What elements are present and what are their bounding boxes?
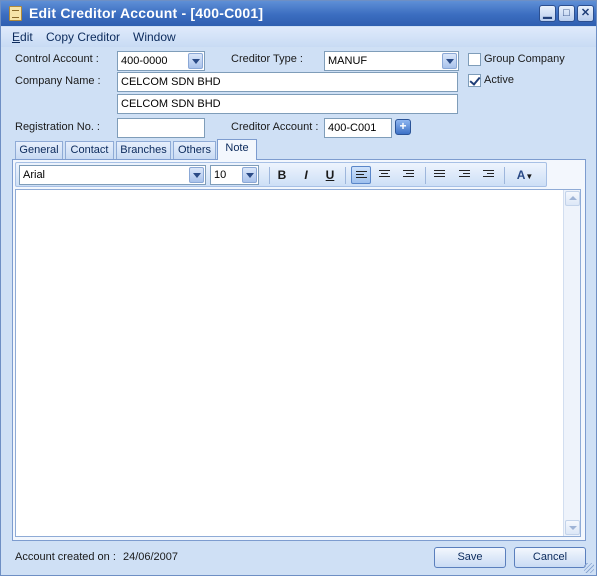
align-right-icon [403,170,414,180]
company-name-value-1: CELCOM SDN BHD [121,76,221,88]
creditor-account-field[interactable]: 400-C001 [324,118,392,138]
window-title: Edit Creditor Account - [400-C001] [29,5,264,21]
align-left-icon [356,171,367,181]
maximize-button[interactable]: □ [558,5,575,22]
tab-others[interactable]: Others [173,141,216,159]
minimize-button[interactable]: ▁ [539,5,556,22]
company-name-field-1[interactable]: CELCOM SDN BHD [117,72,458,92]
toolbar-separator [269,167,270,184]
scroll-down-icon[interactable] [565,520,580,535]
tab-branches[interactable]: Branches [116,141,171,159]
chevron-down-icon: ▼ [525,172,534,181]
decrease-indent-button[interactable] [455,166,475,184]
underline-icon: U [325,168,335,182]
menu-edit-mnemonic: E [12,30,21,44]
align-center-button[interactable] [375,166,395,184]
title-bar[interactable]: Edit Creditor Account - [400-C001] ▁ □ ✕ [1,1,596,26]
increase-indent-button[interactable] [479,166,499,184]
minimize-icon: ▁ [543,7,552,19]
active-label: Active [484,74,514,86]
font-family-combo[interactable]: Arial [19,165,206,185]
tab-note[interactable]: Note [217,139,257,160]
toolbar-separator [425,167,426,184]
chevron-down-icon[interactable] [242,167,257,183]
maximize-icon: □ [563,7,570,19]
menu-bar: Edit Copy Creditor Window [1,27,596,47]
group-company-checkbox[interactable] [468,53,481,66]
italic-icon: I [304,168,308,182]
control-account-label: Control Account : [15,53,99,65]
chevron-down-icon[interactable] [442,53,457,69]
scroll-up-icon[interactable] [565,191,580,206]
toolbar-separator [345,167,346,184]
creditor-type-value: MANUF [328,55,368,67]
creditor-type-label: Creditor Type : [231,53,303,65]
align-right-button[interactable] [399,166,419,184]
group-company-label: Group Company [484,53,565,65]
formatting-toolbar: Arial 10 B I U A▼ [15,162,547,187]
document-icon [9,6,22,21]
indent-icon [483,170,494,180]
close-icon: ✕ [580,7,591,19]
company-name-label: Company Name : [15,75,101,87]
resize-grip-icon[interactable] [584,563,594,573]
menu-copy-creditor-label: Copy Creditor [46,30,121,44]
created-date: 24/06/2007 [122,551,179,563]
bold-button[interactable]: B [272,166,292,184]
font-size-combo[interactable]: 10 [210,165,259,185]
bullet-list-icon [434,170,445,180]
save-button[interactable]: Save [434,547,506,568]
outdent-icon [459,170,470,180]
font-color-button[interactable]: A▼ [510,166,540,184]
company-name-field-2[interactable]: CELCOM SDN BHD [117,94,458,114]
menu-copy-creditor[interactable]: Copy Creditor [46,30,120,44]
control-account-combo[interactable]: 400-0000 [117,51,205,71]
plus-icon: + [399,119,407,133]
control-account-value: 400-0000 [121,55,168,67]
font-family-value: Arial [23,169,46,181]
creditor-account-add-button[interactable]: + [395,119,411,135]
close-button[interactable]: ✕ [577,5,594,22]
registration-label: Registration No. : [15,121,100,133]
note-editor[interactable] [15,189,581,537]
chevron-down-icon[interactable] [188,53,203,69]
tab-general[interactable]: General [15,141,63,159]
underline-button[interactable]: U [320,166,340,184]
bold-icon: B [277,168,287,182]
bullet-list-button[interactable] [430,166,450,184]
toolbar-separator [504,167,505,184]
tab-contact[interactable]: Contact [65,141,114,159]
menu-edit-label: dit [20,30,33,44]
menu-window-label: Window [133,30,176,44]
creditor-account-value: 400-C001 [328,122,377,134]
created-label: Account created on : [15,551,116,563]
align-left-button[interactable] [351,166,371,184]
creditor-type-combo[interactable]: MANUF [324,51,459,71]
creditor-account-label: Creditor Account : [231,121,319,133]
font-size-value: 10 [214,169,227,181]
menu-edit[interactable]: Edit [12,30,33,44]
company-name-value-2: CELCOM SDN BHD [121,98,221,110]
edit-creditor-window: Edit Creditor Account - [400-C001] ▁ □ ✕… [0,0,597,576]
account-created-info: Account created on : 24/06/2007 [15,551,178,563]
active-checkbox[interactable] [468,74,481,87]
menu-window[interactable]: Window [133,30,176,44]
registration-field[interactable] [117,118,205,138]
chevron-down-icon[interactable] [189,167,204,183]
italic-button[interactable]: I [296,166,316,184]
vertical-scrollbar[interactable] [563,190,580,536]
cancel-button[interactable]: Cancel [514,547,586,568]
align-center-icon [379,170,390,180]
